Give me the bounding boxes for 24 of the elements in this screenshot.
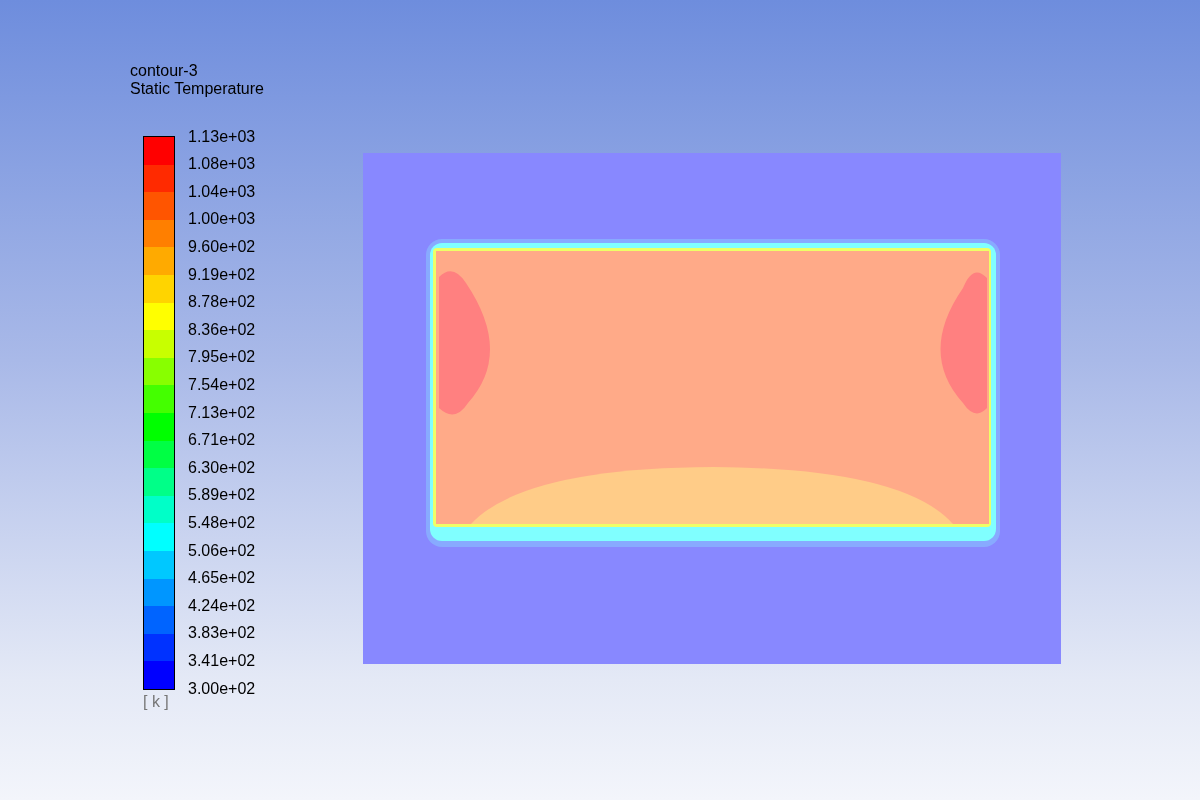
legend-label: 4.65e+02 bbox=[188, 569, 256, 587]
legend-label: 9.19e+02 bbox=[188, 265, 256, 283]
legend-label: 3.41e+02 bbox=[188, 652, 256, 669]
legend-label: 4.24e+02 bbox=[188, 596, 256, 614]
legend-label: 3.83e+02 bbox=[188, 624, 256, 642]
legend-label: 1.13e+03 bbox=[188, 127, 256, 145]
legend-label: 7.13e+02 bbox=[188, 403, 256, 421]
legend-label: 1.00e+03 bbox=[188, 210, 256, 228]
legend-label: 7.95e+02 bbox=[188, 348, 256, 366]
legend-label: 6.71e+02 bbox=[188, 431, 256, 449]
legend-label: 5.48e+02 bbox=[188, 514, 256, 531]
legend-label: 9.60e+02 bbox=[188, 238, 256, 256]
unit-label: [ k ] bbox=[143, 691, 169, 712]
legend-label: 5.06e+02 bbox=[188, 541, 256, 559]
legend-label: 7.54e+02 bbox=[188, 376, 256, 394]
legend-label: 3.00e+02 bbox=[188, 679, 256, 697]
legend-label: 8.36e+02 bbox=[188, 320, 256, 338]
legend-subtitle: Static Temperature bbox=[130, 80, 265, 98]
legend-label: 5.89e+02 bbox=[188, 486, 256, 504]
legend-label: 1.08e+03 bbox=[188, 155, 256, 173]
legend-label: 8.78e+02 bbox=[188, 293, 256, 311]
legend-label: 6.30e+02 bbox=[188, 458, 256, 476]
legend-label: 1.04e+03 bbox=[188, 182, 256, 200]
legend-title: contour-3 bbox=[130, 62, 199, 80]
